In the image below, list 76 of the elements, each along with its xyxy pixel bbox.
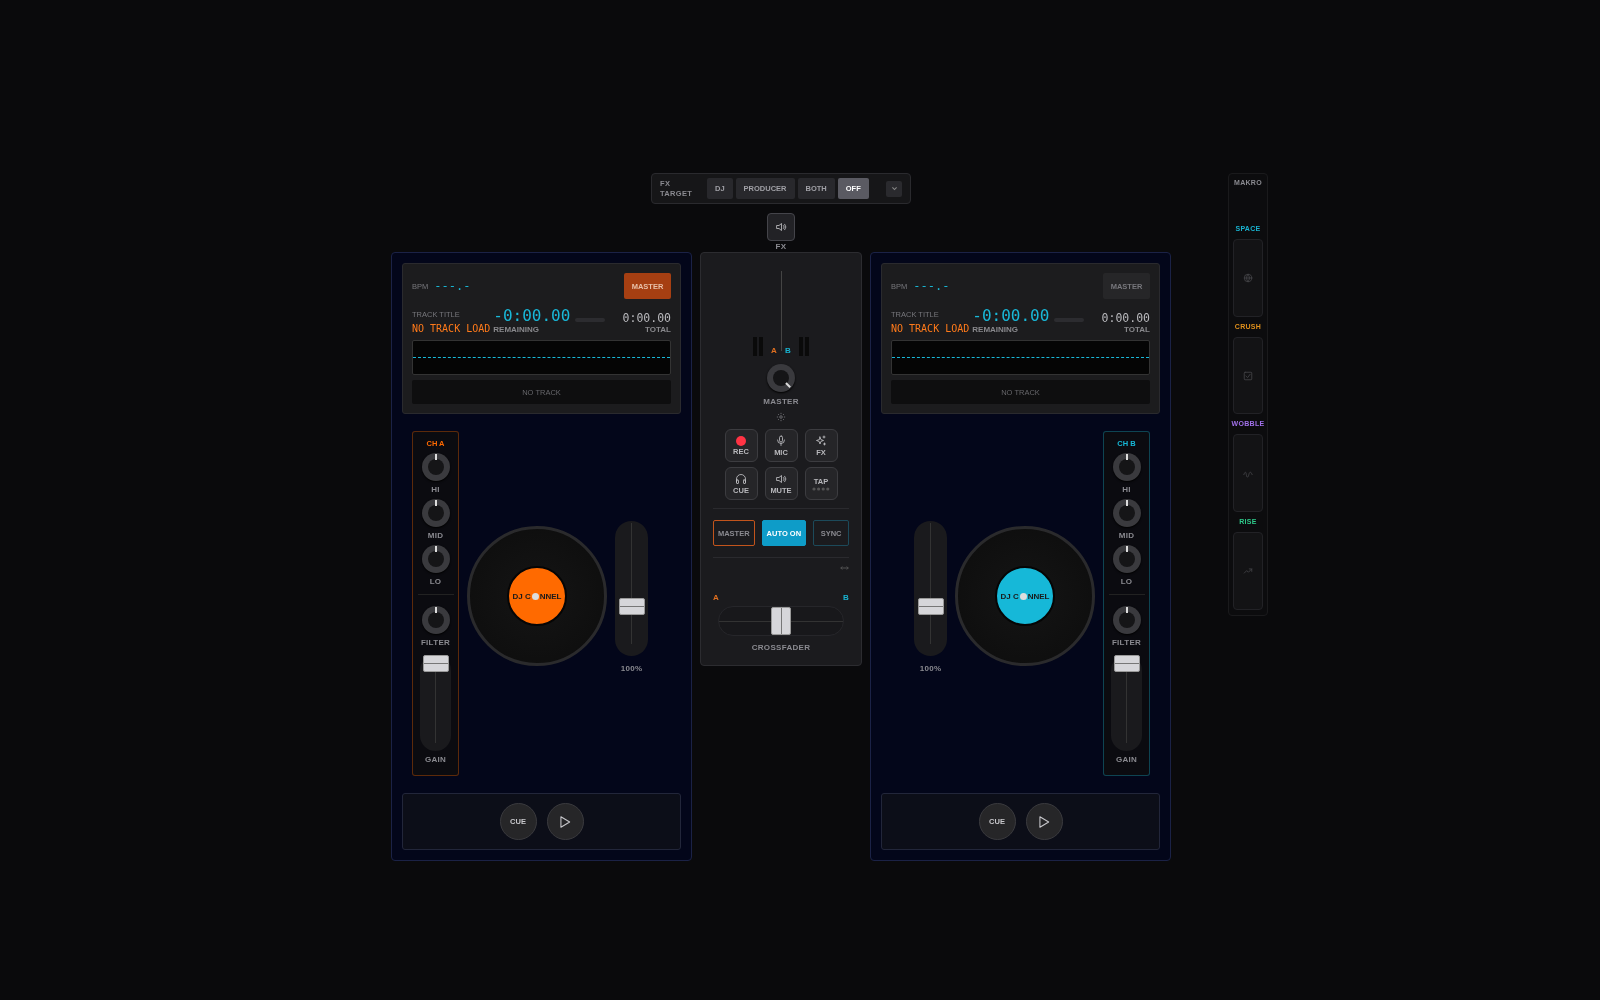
- macro-pad[interactable]: [1233, 336, 1263, 415]
- knob-label: MASTER: [763, 397, 799, 407]
- play-button[interactable]: [1025, 803, 1063, 840]
- swap-arrows-icon[interactable]: [840, 565, 849, 571]
- pitch-reading: 100%: [919, 664, 942, 674]
- speaker-icon: [775, 221, 787, 233]
- turntable-platter[interactable]: DJ C NNEL: [955, 526, 1095, 666]
- knob[interactable]: [1112, 499, 1141, 527]
- play-icon: [1037, 814, 1051, 829]
- spindle: [1019, 592, 1027, 600]
- total-label: TOTAL: [1124, 325, 1150, 334]
- knob[interactable]: [421, 453, 450, 481]
- turntable-platter[interactable]: DJ C NNEL: [467, 526, 607, 666]
- macro-pad[interactable]: [1233, 434, 1263, 513]
- play-icon: [558, 814, 572, 829]
- remaining-time: -0:00.00: [972, 307, 1050, 325]
- macro-pad[interactable]: [1233, 532, 1263, 610]
- play-button[interactable]: [546, 803, 584, 840]
- macro-pad[interactable]: [1233, 239, 1263, 317]
- fx-speaker-button[interactable]: [767, 213, 795, 241]
- knob-label: MID: [1118, 531, 1135, 540]
- record-icon: [736, 435, 746, 446]
- settings-icon: [776, 412, 786, 422]
- knob-label: LO: [1120, 577, 1133, 586]
- fader-label: GAIN: [424, 755, 447, 764]
- track-title: NO TRACK LOAD: [891, 323, 970, 334]
- total-time: 0:00.00: [1101, 311, 1150, 325]
- knob-label: FILTER: [1111, 638, 1142, 647]
- fader-thumb[interactable]: [917, 597, 944, 615]
- knob[interactable]: [1112, 545, 1141, 573]
- fader-thumb[interactable]: [422, 655, 449, 672]
- knob[interactable]: [421, 499, 450, 527]
- track-title: NO TRACK LOAD: [412, 323, 491, 334]
- fader-label: GAIN: [1115, 755, 1138, 764]
- knob[interactable]: [1112, 453, 1141, 481]
- trend-up-icon: [1243, 566, 1253, 577]
- chevron-down-icon: [890, 185, 898, 192]
- remaining-time: -0:00.00: [493, 307, 571, 325]
- pitch-reading: 100%: [620, 664, 643, 674]
- knob-label: HI: [1122, 485, 1131, 494]
- knob[interactable]: [767, 364, 795, 392]
- remaining-label: REMAINING: [493, 325, 541, 334]
- knob[interactable]: [1112, 606, 1141, 634]
- crossfader-label: A: [713, 593, 720, 603]
- crossfader-thumb[interactable]: [771, 607, 791, 635]
- knob[interactable]: [421, 545, 450, 573]
- speaker-icon: [775, 472, 787, 485]
- spindle: [531, 592, 539, 600]
- fader-thumb[interactable]: [618, 597, 645, 615]
- knob[interactable]: [421, 606, 450, 634]
- sparkles-icon: [815, 434, 827, 447]
- globe-icon: [1243, 272, 1253, 283]
- bpm-value: ---.-: [913, 279, 950, 293]
- headphones-icon: [735, 472, 747, 485]
- crossfader-title: CROSSFADER: [751, 643, 811, 653]
- checkbox-icon: [1243, 370, 1253, 381]
- knob-label: LO: [429, 577, 442, 586]
- fx-label: FX: [775, 242, 787, 252]
- record-label-text: NNEL: [539, 591, 562, 601]
- bpm-value: ---.-: [434, 279, 471, 293]
- record-label-text: DJ C: [1000, 591, 1019, 601]
- meter-label: A: [770, 346, 777, 356]
- fader-thumb[interactable]: [1113, 655, 1140, 672]
- record-label-text: DJ C: [512, 591, 531, 601]
- knob-label: HI: [431, 485, 440, 494]
- tap-dots-icon: [812, 486, 830, 491]
- total-label: TOTAL: [645, 325, 671, 334]
- knob-label: FILTER: [420, 638, 451, 647]
- total-time: 0:00.00: [622, 311, 671, 325]
- dropdown-button[interactable]: [886, 180, 902, 197]
- meter-label: B: [785, 346, 792, 356]
- record-label-text: NNEL: [1027, 591, 1050, 601]
- knob-label: MID: [427, 531, 444, 540]
- remaining-label: REMAINING: [972, 325, 1020, 334]
- crossfader-label: B: [842, 593, 849, 603]
- microphone-icon: [775, 434, 787, 447]
